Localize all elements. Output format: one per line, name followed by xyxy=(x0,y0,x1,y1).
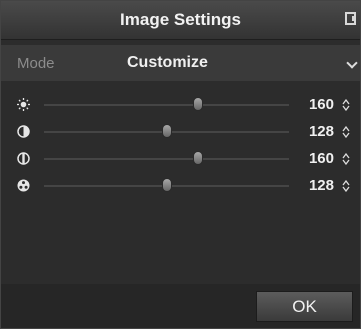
mode-value[interactable]: Customize xyxy=(127,54,208,72)
spinner-icon[interactable] xyxy=(342,126,350,138)
saturation-icon xyxy=(17,152,30,165)
spinner-icon[interactable] xyxy=(342,180,350,192)
saturation-thumb[interactable] xyxy=(193,151,204,165)
dialog-footer: OK xyxy=(1,284,360,328)
spinner-icon[interactable] xyxy=(342,153,350,165)
title-bar: Image Settings xyxy=(1,1,360,40)
slider-row-contrast: 128 xyxy=(1,120,360,144)
mode-label: Mode xyxy=(17,55,55,72)
contrast-value[interactable]: 128 xyxy=(309,123,334,140)
saturation-track[interactable] xyxy=(44,158,289,160)
close-icon[interactable] xyxy=(345,12,356,25)
spinner-icon[interactable] xyxy=(342,99,350,111)
mode-select[interactable]: Mode Customize xyxy=(1,45,360,81)
brightness-thumb[interactable] xyxy=(193,97,204,111)
hue-icon xyxy=(17,179,30,192)
brightness-value[interactable]: 160 xyxy=(309,96,334,113)
brightness-track[interactable] xyxy=(44,104,289,106)
dialog-title: Image Settings xyxy=(120,10,241,29)
hue-thumb[interactable] xyxy=(161,178,172,192)
ok-button[interactable]: OK xyxy=(256,291,353,322)
contrast-thumb[interactable] xyxy=(161,124,172,138)
slider-row-saturation: 160 xyxy=(1,147,360,171)
slider-row-brightness: 160 xyxy=(1,93,360,117)
contrast-icon xyxy=(17,125,30,138)
sun-icon xyxy=(17,98,30,111)
image-settings-dialog: Image Settings Mode Customize 160 128 16… xyxy=(0,0,361,329)
slider-row-hue: 128 xyxy=(1,174,360,198)
saturation-value[interactable]: 160 xyxy=(309,150,334,167)
hue-value[interactable]: 128 xyxy=(309,177,334,194)
chevron-down-icon[interactable] xyxy=(346,57,358,69)
